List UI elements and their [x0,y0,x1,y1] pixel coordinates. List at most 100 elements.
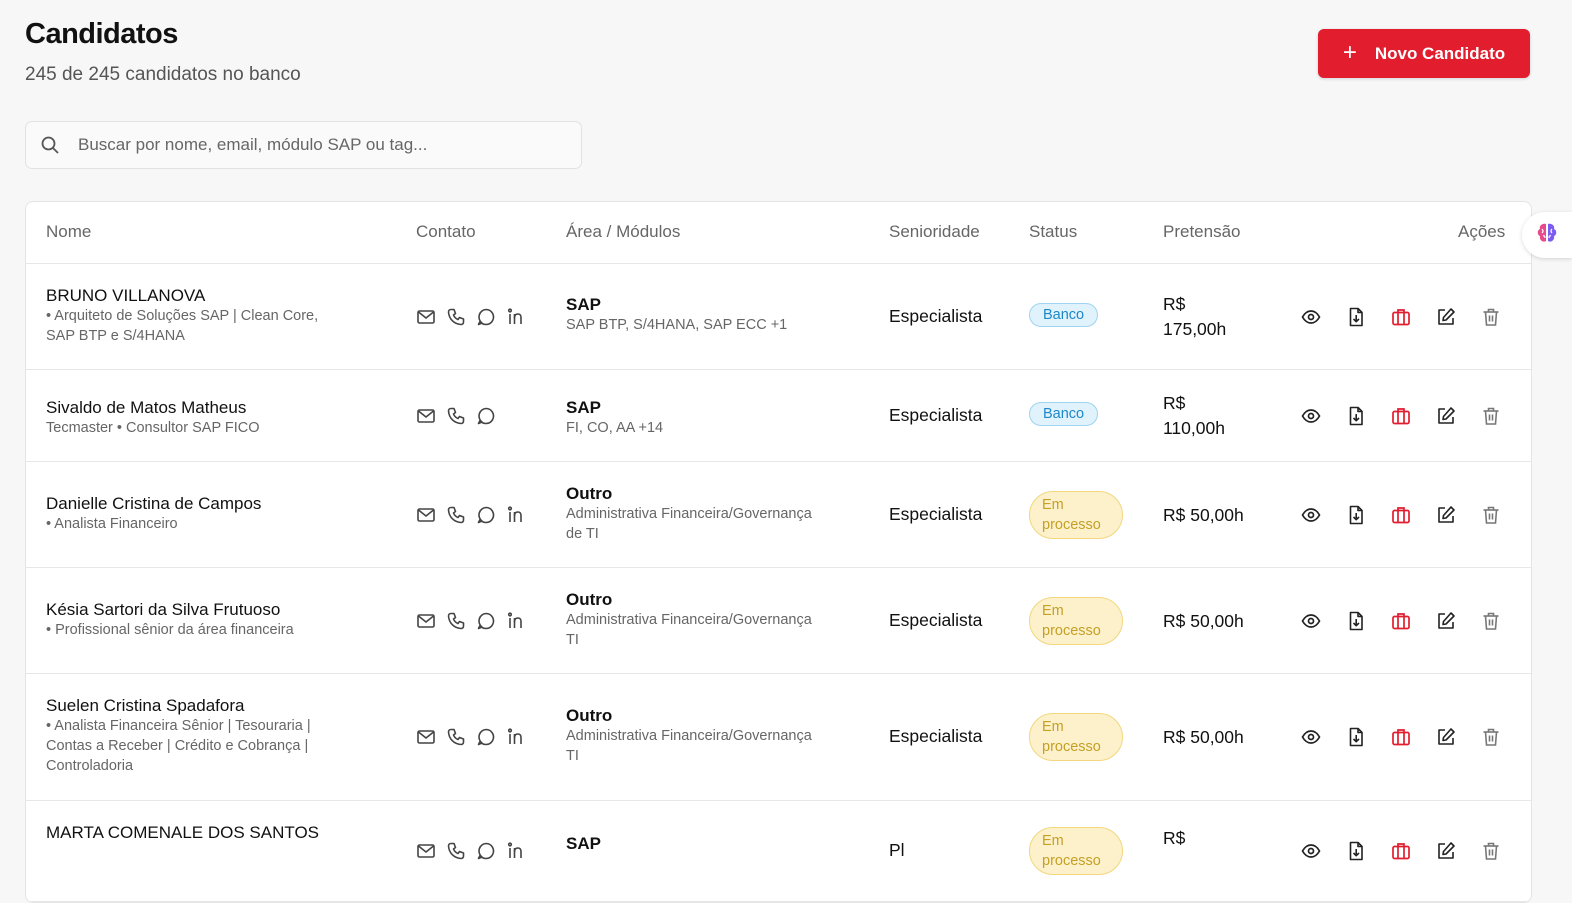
candidate-headline: • Analista Financeira Sênior | Tesourari… [46,718,311,734]
col-pretensao: Pretensão [1163,222,1241,241]
candidate-name[interactable]: Késia Sartori da Silva Frutuoso [46,600,376,620]
candidate-headline: Contas a Receber | Crédito e Cobrança | [46,738,309,754]
download-cv-icon[interactable] [1346,841,1366,861]
view-icon[interactable] [1301,406,1321,426]
whatsapp-icon[interactable] [476,841,496,861]
area-label: Outro [566,706,613,725]
delete-icon[interactable] [1481,611,1501,631]
job-briefcase-icon[interactable] [1391,841,1411,861]
candidate-headline: Controladoria [46,758,134,774]
price-line: 110,00h [1163,417,1225,438]
download-cv-icon[interactable] [1346,505,1366,525]
candidate-name[interactable]: Danielle Cristina de Campos [46,494,376,514]
job-briefcase-icon[interactable] [1391,307,1411,327]
job-briefcase-icon[interactable] [1391,505,1411,525]
delete-icon[interactable] [1481,307,1501,327]
mail-icon[interactable] [416,406,436,426]
edit-icon[interactable] [1436,611,1456,631]
table-row[interactable]: Suelen Cristina Spadafora • Analista Fina… [26,674,1531,801]
status-line: Em [1042,496,1064,513]
modules-text: Administrativa Financeira/Governança [566,506,812,522]
modules-text: TI [566,632,579,648]
job-briefcase-icon[interactable] [1391,611,1411,631]
seniority: Pl [889,840,905,860]
whatsapp-icon[interactable] [476,505,496,525]
view-icon[interactable] [1301,611,1321,631]
view-icon[interactable] [1301,841,1321,861]
edit-icon[interactable] [1436,406,1456,426]
status-line: processo [1042,622,1101,639]
price: R$ 175,00h [1163,292,1226,342]
delete-icon[interactable] [1481,727,1501,747]
ai-assistant-button[interactable] [1522,212,1572,258]
col-status: Status [1029,222,1078,241]
delete-icon[interactable] [1481,406,1501,426]
price-line: R$ 50,00h [1163,504,1244,525]
price-line: R$ 50,00h [1163,727,1244,747]
modules-text: Administrativa Financeira/Governança [566,612,812,628]
linkedin-icon[interactable] [506,307,526,327]
table-header: Nome Contato Área / Módulos Senioridade … [26,202,1531,264]
whatsapp-icon[interactable] [476,611,496,631]
mail-icon[interactable] [416,727,436,747]
edit-icon[interactable] [1436,727,1456,747]
view-icon[interactable] [1301,727,1321,747]
phone-icon[interactable] [446,505,466,525]
edit-icon[interactable] [1436,307,1456,327]
price-line: R$ [1163,293,1186,314]
whatsapp-icon[interactable] [476,727,496,747]
price-line: R$ 50,00h [1163,610,1244,631]
table-row[interactable]: Sivaldo de Matos Matheus Tecmaster • Cons… [26,370,1531,462]
mail-icon[interactable] [416,611,436,631]
view-icon[interactable] [1301,505,1321,525]
price-line: R$ [1163,392,1186,413]
candidate-headline: SAP BTP e S/4HANA [46,328,185,344]
table-row[interactable]: BRUNO VILLANOVA • Arquiteto de Soluções S… [26,264,1531,370]
candidate-name[interactable]: BRUNO VILLANOVA [46,286,376,306]
table-row[interactable]: Késia Sartori da Silva Frutuoso • Profiss… [26,568,1531,674]
new-candidate-label: Novo Candidato [1374,43,1506,63]
phone-icon[interactable] [446,611,466,631]
download-cv-icon[interactable] [1346,611,1366,631]
mail-icon[interactable] [416,841,436,861]
whatsapp-icon[interactable] [476,406,496,426]
linkedin-icon[interactable] [506,611,526,631]
job-briefcase-icon[interactable] [1391,406,1411,426]
linkedin-icon[interactable] [506,505,526,525]
plus-icon: + [1342,38,1357,66]
col-nome[interactable]: Nome [46,222,91,242]
phone-icon[interactable] [446,841,466,861]
view-icon[interactable] [1301,307,1321,327]
col-acoes: Ações [1458,222,1506,241]
delete-icon[interactable] [1481,841,1501,861]
edit-icon[interactable] [1436,505,1456,525]
mail-icon[interactable] [416,307,436,327]
linkedin-icon[interactable] [506,841,526,861]
delete-icon[interactable] [1481,505,1501,525]
linkedin-icon[interactable] [506,727,526,747]
table-row[interactable]: Danielle Cristina de Campos • Analista Fi… [26,462,1531,568]
page-subtitle: 245 de 245 candidatos no banco [25,64,301,85]
download-cv-icon[interactable] [1346,406,1366,426]
phone-icon[interactable] [446,727,466,747]
edit-icon[interactable] [1436,841,1456,861]
phone-icon[interactable] [446,406,466,426]
status-badge: Em processo [1029,713,1123,761]
candidate-name[interactable]: Sivaldo de Matos Matheus [46,398,376,418]
mail-icon[interactable] [416,505,436,525]
candidate-name[interactable]: MARTA COMENALE DOS SANTOS [46,823,376,843]
search-box[interactable] [25,121,582,169]
search-input[interactable] [76,134,560,156]
new-candidate-button[interactable]: + Novo Candidato [1318,29,1530,78]
whatsapp-icon[interactable] [476,307,496,327]
phone-icon[interactable] [446,307,466,327]
download-cv-icon[interactable] [1346,727,1366,747]
download-cv-icon[interactable] [1346,307,1366,327]
search-icon [40,135,60,155]
table-body: BRUNO VILLANOVA • Arquiteto de Soluções S… [26,264,1531,902]
status-badge: Em processo [1029,596,1123,645]
candidates-table: Nome Contato Área / Módulos Senioridade … [25,201,1532,903]
candidate-name[interactable]: Suelen Cristina Spadafora [46,696,376,716]
price: R$ [1163,826,1185,851]
job-briefcase-icon[interactable] [1391,727,1411,747]
